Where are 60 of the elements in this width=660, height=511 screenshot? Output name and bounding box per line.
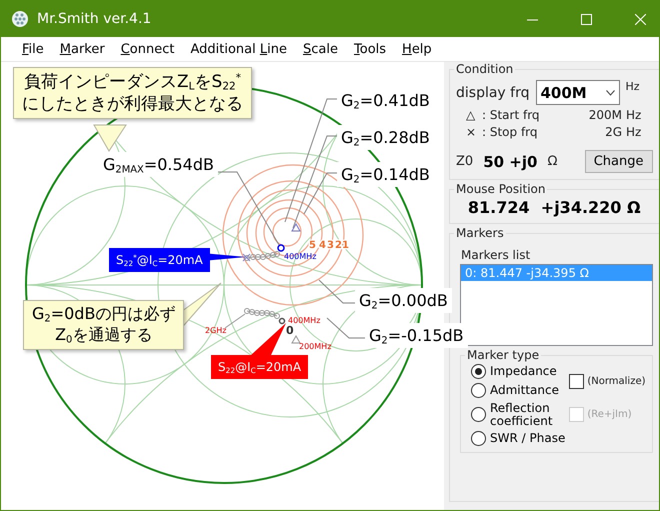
unit-label: Hz [626, 80, 640, 93]
frequency-value: 200M [588, 108, 622, 122]
frequency-label: : Stop frq [482, 125, 539, 139]
option-checkbox[interactable]: (Normalize) [569, 374, 646, 388]
radio-option[interactable]: Reflection coefficient [471, 402, 566, 428]
label-pointer [251, 323, 287, 356]
marker-circle-icon [277, 244, 285, 252]
chevron-down-icon [606, 90, 614, 96]
leader-line [224, 314, 246, 328]
menu-item[interactable]: Connect [114, 40, 182, 58]
list-title: Markers list [461, 248, 532, 262]
menu-item[interactable]: Marker [52, 40, 112, 58]
menu-item[interactable]: Tools [347, 40, 394, 58]
app-globe-icon [11, 10, 29, 28]
leader-line [326, 318, 368, 338]
change-button[interactable]: Change [584, 150, 652, 173]
callout-pointer [93, 124, 127, 152]
frequency-value: 2G [604, 125, 622, 139]
marker-number: 0 [286, 324, 294, 337]
menu-item[interactable]: Help [395, 40, 439, 58]
group-title: Markers [455, 226, 505, 240]
radio-option[interactable]: Impedance [471, 364, 566, 379]
circle-number: 1 [342, 240, 349, 251]
group-title: Condition [455, 62, 514, 76]
unit-label: Hz [626, 125, 642, 139]
frequency-label: 400MHz [284, 252, 316, 261]
menu-item[interactable]: Scale [296, 40, 345, 58]
unit-label: Ω [547, 154, 558, 169]
frequency-dropdown[interactable]: 400M [536, 80, 620, 105]
window-title: Mr.Smith ver.4.1 [37, 11, 152, 27]
group-title: Mouse Position [455, 182, 546, 196]
maximize-icon [581, 14, 592, 24]
field-label: display frq [456, 84, 530, 100]
symbol-text: △ [466, 108, 476, 122]
frequency-label: : Start frq [482, 108, 541, 122]
frequency-label: 200MHz [299, 342, 332, 351]
radio-option[interactable]: Admittance [471, 383, 566, 398]
menu-item[interactable]: Additional Line [183, 40, 294, 58]
s22-conjugate-trace-drawing [244, 251, 280, 261]
frequency-label: 2GHz [205, 326, 227, 335]
menu-item[interactable]: File [15, 40, 51, 58]
circle-number: 5 [309, 240, 316, 251]
start-triangle-icon [291, 335, 301, 344]
symbol-text: × [466, 125, 478, 139]
radio-option[interactable]: SWR / Phase [471, 431, 566, 446]
circle-number: 2 [335, 240, 342, 251]
s22-trace-drawing [244, 308, 280, 319]
gain-label: G$_{2}$=0.00dB [355, 288, 452, 313]
field-label: Z0 [456, 154, 474, 169]
stop-cross-icon [242, 254, 250, 262]
gain-label: G$_{2}$=-0.15dB [365, 323, 468, 348]
mouse-position-value: 81.724 +j34.220 Ω [468, 198, 641, 217]
unit-label: Hz [626, 108, 642, 122]
start-triangle-icon [291, 223, 301, 232]
group-title: Marker type [466, 348, 540, 362]
impedance-value: 50 +j0 [483, 152, 538, 170]
frequency-label: 400MHz [288, 316, 320, 325]
circle-number: 4 [319, 240, 326, 251]
marker-circle-icon [278, 318, 286, 324]
close-icon [635, 14, 646, 24]
